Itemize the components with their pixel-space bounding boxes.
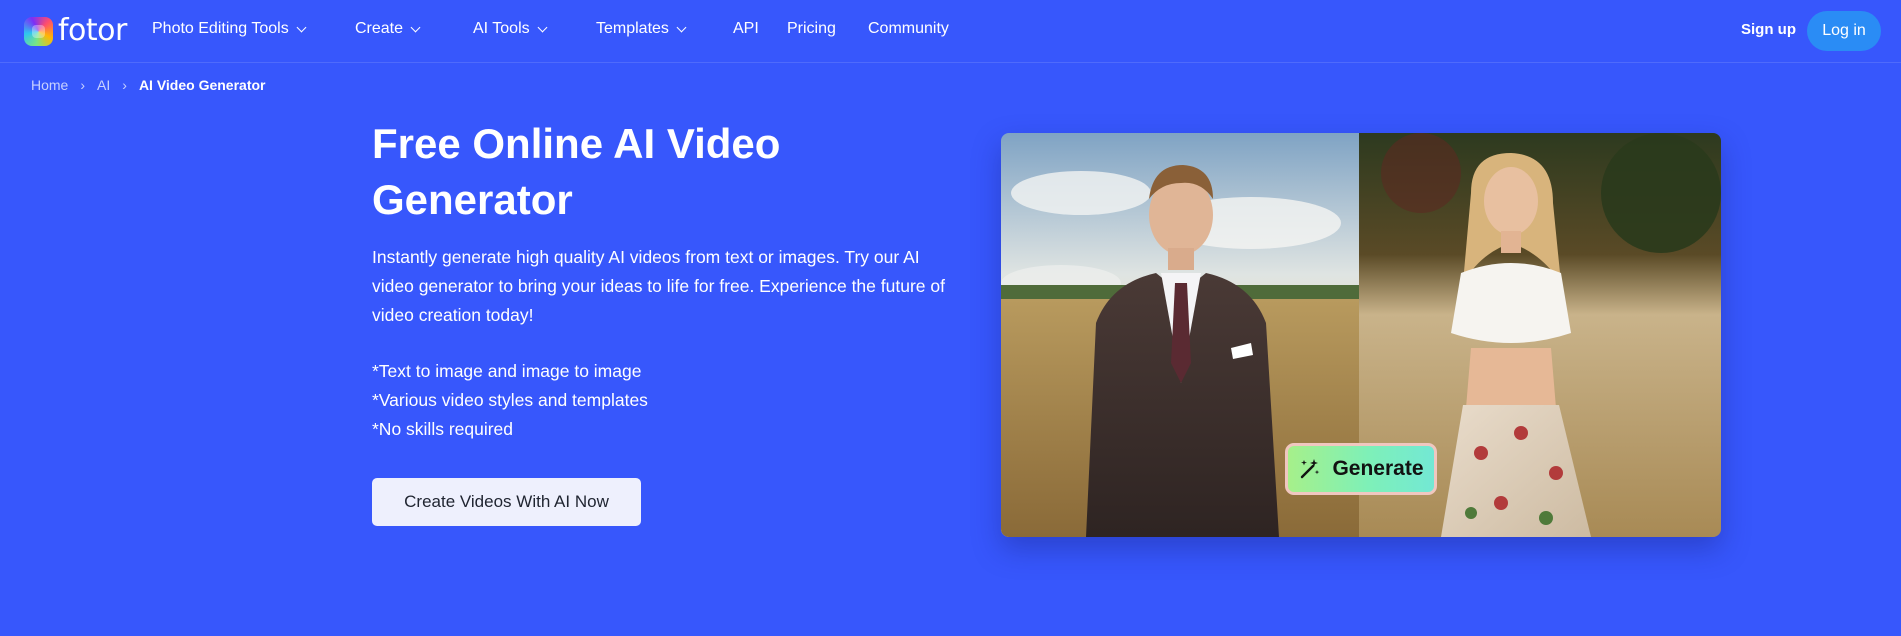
chevron-down-icon bbox=[410, 22, 421, 32]
nav-photo-editing-tools[interactable]: Photo Editing Tools bbox=[152, 20, 307, 38]
breadcrumb-ai[interactable]: AI bbox=[97, 77, 110, 93]
nav-label: Photo Editing Tools bbox=[152, 20, 289, 37]
chevron-down-icon bbox=[537, 22, 548, 32]
nav-label: Community bbox=[868, 20, 949, 37]
log-in-button[interactable]: Log in bbox=[1807, 11, 1881, 51]
nav-label: Pricing bbox=[787, 20, 836, 37]
nav-ai-tools[interactable]: AI Tools bbox=[473, 20, 548, 38]
feature-list: *Text to image and image to image *Vario… bbox=[372, 357, 952, 444]
chevron-right-icon: › bbox=[80, 77, 86, 93]
nav-api[interactable]: API bbox=[733, 20, 759, 38]
nav-templates[interactable]: Templates bbox=[596, 20, 687, 38]
fotor-logo[interactable]: fotor bbox=[24, 15, 127, 47]
feature-item: *Various video styles and templates bbox=[372, 390, 648, 410]
magic-wand-icon bbox=[1301, 459, 1320, 479]
chevron-down-icon bbox=[296, 22, 307, 32]
page-title: Free Online AI Video Generator bbox=[372, 120, 781, 223]
breadcrumb-current: AI Video Generator bbox=[138, 77, 266, 93]
feature-item: *No skills required bbox=[372, 419, 514, 439]
nav-label: API bbox=[733, 20, 759, 37]
breadcrumb-home[interactable]: Home bbox=[31, 77, 68, 93]
nav-label: AI Tools bbox=[473, 20, 530, 37]
feature-item: *Text to image and image to image bbox=[372, 361, 642, 381]
generate-button[interactable]: Generate bbox=[1285, 443, 1437, 495]
nav-pricing[interactable]: Pricing bbox=[787, 20, 836, 38]
nav-label: Create bbox=[355, 20, 404, 37]
create-videos-button[interactable]: Create Videos With AI Now bbox=[372, 478, 641, 526]
chevron-right-icon: › bbox=[122, 77, 127, 93]
nav-community[interactable]: Community bbox=[868, 20, 949, 38]
logo-text: fotor bbox=[58, 13, 127, 48]
hero-description: Instantly generate high quality AI video… bbox=[372, 247, 945, 325]
chevron-down-icon bbox=[676, 22, 687, 32]
nav-create[interactable]: Create bbox=[355, 20, 421, 38]
nav-label: Templates bbox=[596, 20, 669, 37]
sign-up-link[interactable]: Sign up bbox=[1741, 21, 1796, 38]
breadcrumb: Home › AI › AI Video Generator bbox=[31, 77, 266, 93]
site-header: fotor Photo Editing Tools Create AI Tool… bbox=[0, 0, 1901, 63]
generate-label: Generate bbox=[1332, 457, 1424, 480]
fotor-logo-icon bbox=[24, 16, 53, 46]
